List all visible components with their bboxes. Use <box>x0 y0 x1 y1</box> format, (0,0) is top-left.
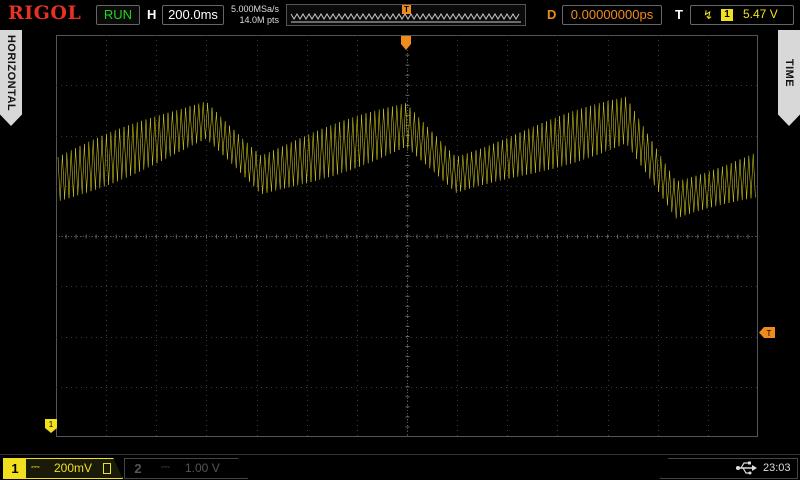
bottom-channel-bar: 1 ⎓ 200mV 2 ⎓ 1.00 V 23:03 <box>0 454 800 480</box>
channel-1-number: 1 <box>4 459 26 478</box>
channel-1-scale: 200mV <box>54 461 93 475</box>
dc-coupling-icon: ⎓ <box>31 461 40 473</box>
dc-coupling-icon: ⎓ <box>161 461 170 473</box>
brand-logo: RIGOL <box>8 2 82 24</box>
bandwidth-limit-icon <box>103 463 111 474</box>
horizontal-tab-label: HORIZONTAL <box>5 35 17 112</box>
delay-label: D <box>547 7 557 22</box>
graticule-grid <box>56 35 758 437</box>
channel-2-number: 2 <box>134 461 142 476</box>
trigger-label: T <box>675 7 683 22</box>
sample-rate: 5.000MSa/s <box>230 4 279 14</box>
trigger-level-marker[interactable]: T <box>759 327 775 338</box>
timebase-value[interactable]: 200.0ms <box>162 5 224 25</box>
trigger-settings[interactable]: ↯ 1 5.47 V <box>690 5 794 25</box>
system-clock: 23:03 <box>763 462 791 474</box>
top-status-bar: RIGOL RUN H 200.0ms 5.000MSa/s 14.0M pts… <box>0 0 800 30</box>
trigger-position-marker: T <box>402 5 411 14</box>
system-status-panel: 23:03 <box>660 458 798 479</box>
horizontal-menu-tab[interactable]: HORIZONTAL <box>0 30 22 126</box>
graticule-and-trace <box>56 35 758 437</box>
horizontal-label: H <box>147 7 157 22</box>
ch1-ground-marker-label: 1 <box>49 420 54 429</box>
memory-depth: 14.0M pts <box>239 15 279 25</box>
waveform-display[interactable] <box>56 35 758 437</box>
time-tab-label: TIME <box>783 59 795 88</box>
time-menu-tab[interactable]: TIME <box>778 30 800 126</box>
delay-value[interactable]: 0.00000000ps <box>562 5 662 25</box>
channel-2-panel[interactable]: 2 ⎓ 1.00 V <box>124 458 248 479</box>
trigger-level-marker-label: T <box>767 329 772 338</box>
channel-1-panel[interactable]: 1 ⎓ 200mV <box>3 458 123 479</box>
trigger-level: 5.47 V <box>743 7 778 21</box>
channel-2-scale: 1.00 V <box>185 461 220 475</box>
ch1-ground-marker[interactable]: 1 <box>45 419 57 433</box>
trigger-position-top-marker <box>401 36 411 50</box>
usb-icon <box>736 461 757 475</box>
trigger-source: 1 <box>721 9 733 21</box>
rising-edge-icon: ↯ <box>703 8 714 22</box>
run-stop-status[interactable]: RUN <box>96 5 140 25</box>
